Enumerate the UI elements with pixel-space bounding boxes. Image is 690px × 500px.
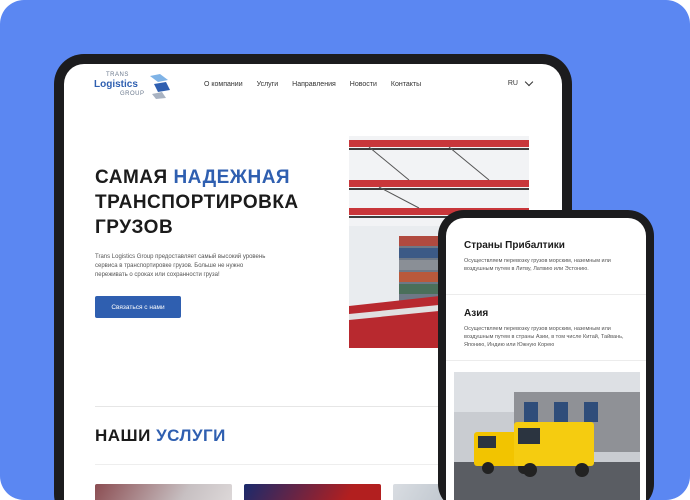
phone-device: Страны Прибалтики Осуществляем перевозку… <box>438 210 654 500</box>
mobile-divider <box>446 360 646 361</box>
services-title-accent: УСЛУГИ <box>156 426 226 445</box>
hero-title-accent: НАДЕЖНАЯ <box>173 167 291 188</box>
mobile-section-text: Осуществляем перевозку грузов морским, н… <box>464 258 611 272</box>
hero-title-part1: САМАЯ <box>95 167 174 188</box>
hero-description: Trans Logistics Group предоставляет самы… <box>95 254 266 278</box>
mobile-section-text: Осуществляем перевозку грузов морским, н… <box>464 326 624 348</box>
service-tile-image[interactable] <box>244 484 381 500</box>
logo-mark-icon <box>150 74 170 99</box>
language-select[interactable]: RU <box>507 77 534 87</box>
nav-item-directions[interactable]: Направления <box>292 81 336 88</box>
phone-screen: Страны Прибалтики Осуществляем перевозку… <box>446 218 646 500</box>
logo-text-trans: TRANS <box>106 72 129 78</box>
logo-text-logistics: Logistics <box>94 79 138 90</box>
contact-us-button[interactable]: Связаться с нами <box>95 296 181 318</box>
language-label: RU <box>507 80 518 87</box>
nav-item-about[interactable]: О компании <box>204 81 243 88</box>
services-title: НАШИ УСЛУГИ <box>95 426 226 446</box>
service-tile-image[interactable] <box>95 484 232 500</box>
logo-text-group: GROUP <box>120 91 145 97</box>
mobile-section-asia[interactable]: Азия Осуществляем перевозку грузов морск… <box>464 308 634 349</box>
company-logo[interactable]: TRANS Logistics GROUP <box>94 72 174 104</box>
nav-item-contacts[interactable]: Контакты <box>391 81 421 88</box>
mobile-section-baltic[interactable]: Страны Прибалтики Осуществляем перевозку… <box>464 240 634 273</box>
nav-item-services[interactable]: Услуги <box>257 81 279 88</box>
mobile-section-title: Страны Прибалтики <box>464 240 565 251</box>
chevron-down-icon <box>524 77 534 87</box>
hero-title: САМАЯ НАДЕЖНАЯ ТРАНСПОРТИРОВКА ГРУЗОВ <box>95 165 355 240</box>
mobile-section-title: Азия <box>464 308 489 319</box>
hero-title-part2: ТРАНСПОРТИРОВКА ГРУЗОВ <box>95 192 299 238</box>
nav-item-news[interactable]: Новости <box>350 81 377 88</box>
mobile-divider <box>446 294 646 295</box>
delivery-trucks-photo <box>454 372 640 500</box>
main-nav: О компании Услуги Направления Новости Ко… <box>204 81 421 88</box>
services-title-part1: НАШИ <box>95 426 157 445</box>
